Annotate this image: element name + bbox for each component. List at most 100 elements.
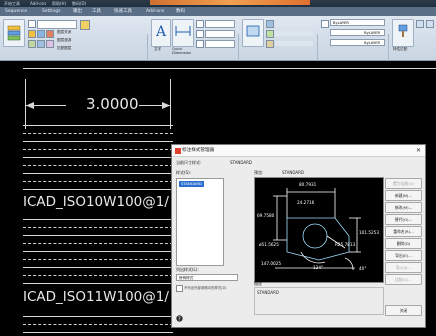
- match-properties-button[interactable]: [392, 19, 414, 47]
- preview-dim-9: 40°: [359, 266, 367, 271]
- dimension-text[interactable]: 3.0000: [86, 95, 139, 113]
- import-button[interactable]: 导入(I)...: [385, 262, 422, 273]
- styles-list[interactable]: STANDARD: [176, 178, 224, 266]
- style-item-standard[interactable]: STANDARD: [179, 181, 204, 187]
- block-edit-text[interactable]: [275, 31, 313, 36]
- override-button[interactable]: 替代(O)...: [385, 214, 422, 225]
- list-styles-dropdown[interactable]: 所有样式: [176, 274, 238, 281]
- compare-button[interactable]: 比较(C)...: [385, 274, 422, 285]
- set-current-button[interactable]: 置为当前(U): [385, 178, 422, 189]
- pattern-dash: [23, 243, 173, 244]
- table-style-dropdown[interactable]: [205, 40, 235, 48]
- tab-quick-tools[interactable]: 快速工具: [114, 7, 132, 16]
- pattern-dash: [23, 324, 173, 325]
- current-style-label: 当前尺寸样式:: [176, 160, 202, 165]
- match-layer-label[interactable]: 匹配图层: [57, 46, 71, 51]
- preview-dim-7: 147.0025: [261, 261, 281, 266]
- close-icon[interactable]: ✕: [416, 145, 421, 156]
- pattern-line: [23, 332, 173, 333]
- layer-properties-button[interactable]: [3, 19, 25, 47]
- match-properties-label: 特性匹配: [393, 47, 408, 51]
- preview-dim-4: 101.5253: [359, 230, 379, 235]
- help-icon[interactable]: ?: [176, 315, 183, 322]
- preview-label: 预览:: [254, 170, 264, 175]
- new-button[interactable]: 新建(N)...: [385, 190, 422, 201]
- dim-style-dropdown[interactable]: [205, 20, 235, 28]
- ribbon-panel: 图层关闭 图层漫游 匹配图层 图层 A 文字 Quick Dimension 注…: [0, 16, 436, 76]
- dimension-icon: [175, 26, 191, 36]
- preview-dim-5: ø51.5625: [259, 242, 279, 247]
- layer-dropdown[interactable]: [37, 20, 77, 29]
- pattern-line: [23, 283, 173, 284]
- close-button[interactable]: 关闭: [385, 305, 422, 316]
- color-dropdown[interactable]: ByLAYER: [330, 19, 385, 26]
- layer-state-icon[interactable]: [80, 20, 90, 30]
- text-style-dropdown[interactable]: [205, 30, 235, 38]
- pattern-line: [23, 157, 173, 158]
- svg-text:?: ?: [178, 317, 181, 322]
- layer-off-label[interactable]: 图层关闭: [57, 30, 71, 35]
- lock-icon[interactable]: [37, 30, 45, 38]
- title-accent-bar: [150, 0, 310, 5]
- text-a-icon: A: [155, 24, 167, 38]
- insert-block-button[interactable]: [242, 19, 264, 47]
- block-attr-icon[interactable]: [266, 40, 274, 48]
- export-button[interactable]: 导出(E)...: [385, 250, 422, 261]
- lineweight-dropdown[interactable]: ByLAYER: [330, 39, 385, 46]
- create-block-icon[interactable]: [266, 20, 274, 28]
- dialog-title-bar[interactable]: 标注样式管理器 ✕: [172, 145, 425, 157]
- layer-iso-icon[interactable]: [28, 40, 36, 48]
- color-swatch-icon[interactable]: [321, 20, 329, 28]
- block-create-text[interactable]: [275, 21, 313, 26]
- current-style-value: STANDARD: [230, 160, 253, 165]
- tab-sequence[interactable]: Sequence: [5, 7, 27, 16]
- tab-output[interactable]: 输出: [73, 7, 82, 16]
- delete-button[interactable]: 删除(D): [385, 238, 422, 249]
- modify-button[interactable]: 修改(M)...: [385, 202, 422, 213]
- layer-stack-icon: [7, 25, 21, 41]
- xref-checkbox[interactable]: [176, 285, 183, 292]
- sun-icon[interactable]: [28, 30, 36, 38]
- preview-dim-8: 124°: [313, 265, 324, 270]
- tab-tools[interactable]: 工具: [92, 7, 101, 16]
- linetype-dropdown[interactable]: ByLAYER: [330, 29, 385, 36]
- measure-icon[interactable]: [426, 20, 434, 28]
- arrow-right-icon: [162, 102, 170, 109]
- title-item-start[interactable]: 开始工具: [4, 0, 20, 7]
- markup-icon[interactable]: [196, 40, 204, 48]
- text-button[interactable]: A: [151, 19, 171, 47]
- pattern-line: [23, 235, 173, 236]
- frame-line: [23, 68, 436, 69]
- title-item-data[interactable]: 数码(D): [72, 0, 86, 7]
- svg-text:A: A: [155, 24, 167, 38]
- edit-block-icon[interactable]: [266, 30, 274, 38]
- linetype-label-1[interactable]: ICAD_ISO10W100@1/: [23, 194, 169, 210]
- tab-data[interactable]: 数码: [176, 7, 185, 16]
- rename-button[interactable]: 重命名(R)...: [385, 226, 422, 237]
- ribbon-tabs: Sequence Settings 输出 工具 快速工具 Add-ons 数码: [0, 7, 436, 16]
- layer-unlock-icon[interactable]: [37, 40, 45, 48]
- freeze-icon[interactable]: [46, 30, 54, 38]
- tab-addons[interactable]: Add-ons: [146, 7, 164, 16]
- pattern-line: [23, 267, 173, 268]
- description-text: STANDARD: [257, 290, 280, 295]
- layer-color-icon[interactable]: [46, 40, 54, 48]
- list-icon[interactable]: [416, 20, 424, 28]
- paintbrush-icon: [398, 24, 408, 37]
- title-item-help[interactable]: 帮助(H): [52, 0, 66, 7]
- table-icon[interactable]: [196, 30, 204, 38]
- leader-icon[interactable]: [196, 20, 204, 28]
- linetype-label-2[interactable]: ICAD_ISO11W100@1/: [23, 289, 169, 305]
- tab-settings[interactable]: Settings: [42, 7, 60, 16]
- quick-dimension-button[interactable]: [172, 19, 194, 47]
- pattern-line: [23, 219, 173, 220]
- layer-walk-label[interactable]: 图层漫游: [57, 38, 71, 43]
- layer-toggle-icon[interactable]: [28, 20, 36, 28]
- block-attr-text[interactable]: [275, 41, 313, 46]
- title-item-addons[interactable]: Add-ons: [30, 0, 46, 7]
- preview-dim-1: 80.7931: [299, 182, 317, 187]
- xref-checkbox-label: 不列出外部参照中的样式(D): [184, 286, 227, 290]
- pattern-line: [23, 189, 173, 190]
- dimension-preview: 80.7931 69.7580 24.2716 101.5253 ø51.562…: [254, 177, 384, 283]
- styles-label: 样式(S):: [176, 170, 192, 175]
